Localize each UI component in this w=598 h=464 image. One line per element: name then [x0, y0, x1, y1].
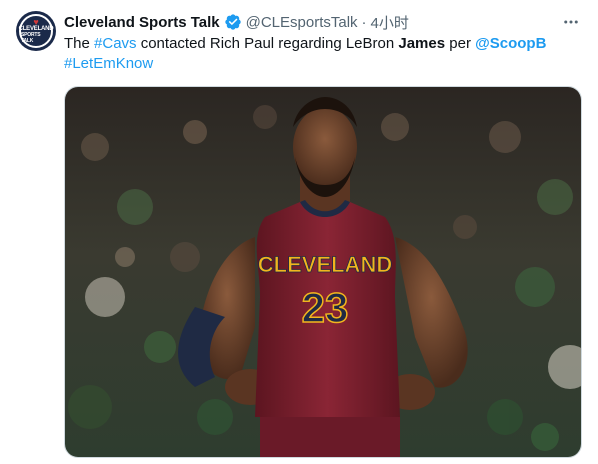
hashtag-letemknow[interactable]: #LetEmKnow [64, 55, 153, 72]
timestamp[interactable]: 4小时 [371, 12, 409, 33]
jersey-text: CLEVELAND [258, 252, 392, 277]
separator-dot: · [361, 13, 367, 31]
avatar[interactable]: ♥ CLEVELAND SPORTS TALK [16, 11, 56, 51]
highlighted-word: James [398, 35, 446, 52]
tweet-header: Cleveland Sports Talk @CLEsportsTalk · 4… [64, 12, 409, 32]
avatar-logo-line2: SPORTS TALK [21, 32, 41, 44]
tweet-photo[interactable]: CLEVELAND 23 [64, 86, 582, 458]
handle[interactable]: @CLEsportsTalk [246, 14, 358, 31]
mention-scoopb[interactable]: @ScoopB [475, 35, 546, 52]
more-horizontal-icon[interactable] [560, 12, 582, 32]
avatar-logo: ♥ CLEVELAND SPORTS TALK [19, 14, 54, 48]
player-photo: CLEVELAND 23 [65, 87, 581, 457]
verified-badge-icon [224, 14, 241, 30]
tweet-text-part: contacted Rich Paul regarding LeBron [136, 35, 399, 52]
display-name[interactable]: Cleveland Sports Talk [64, 14, 220, 31]
jersey-number: 23 [302, 284, 349, 331]
tweet-text: The #Cavs contacted Rich Paul regarding … [64, 34, 584, 74]
tweet-card[interactable]: ♥ CLEVELAND SPORTS TALK Cleveland Sports… [0, 0, 598, 464]
hashtag-cavs[interactable]: #Cavs [94, 35, 137, 52]
tweet-text-part: The [64, 35, 95, 52]
tweet-text-part: per [445, 35, 476, 52]
heart-icon: ♥ [33, 17, 39, 27]
